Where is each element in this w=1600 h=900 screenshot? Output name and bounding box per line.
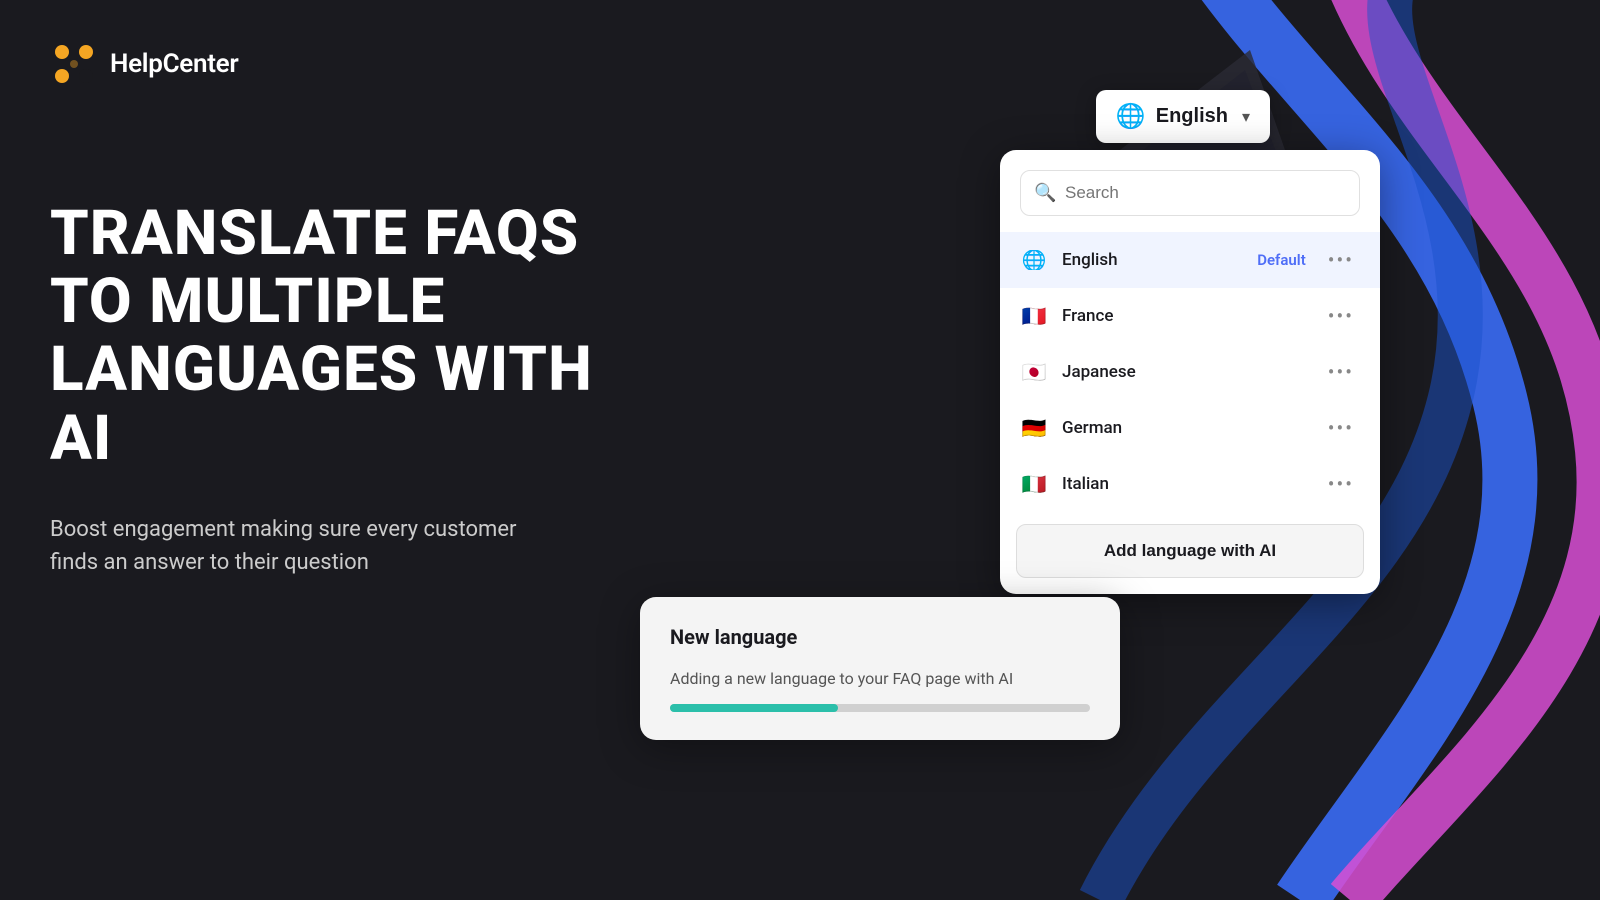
language-name: France	[1062, 306, 1322, 326]
flag-icon: 🇯🇵	[1020, 362, 1048, 382]
chevron-down-icon: ▾	[1242, 107, 1250, 127]
default-badge: Default	[1257, 251, 1306, 269]
progress-bar-background	[670, 704, 1090, 712]
language-dropdown-panel: 🔍 🌐 English Default ••• 🇫🇷 France ••• 🇯🇵…	[1000, 150, 1380, 594]
language-button-label: English	[1156, 105, 1228, 128]
logo-text: HelpCenter	[110, 49, 238, 79]
flag-icon: 🇫🇷	[1020, 306, 1048, 326]
globe-icon: 🌐	[1116, 102, 1146, 131]
language-name: Italian	[1062, 474, 1322, 494]
list-item[interactable]: 🇫🇷 France •••	[1000, 288, 1380, 344]
more-options-button[interactable]: •••	[1322, 246, 1360, 274]
language-selector-button[interactable]: 🌐 English ▾	[1096, 90, 1270, 143]
logo-icon	[50, 40, 98, 88]
hero-title: Translate FAQs to multiple languages wit…	[50, 200, 670, 473]
more-options-button[interactable]: •••	[1322, 302, 1360, 330]
logo-area: HelpCenter	[50, 40, 238, 88]
add-language-button[interactable]: Add language with AI	[1016, 524, 1364, 578]
language-list: 🌐 English Default ••• 🇫🇷 France ••• 🇯🇵 J…	[1000, 232, 1380, 512]
new-language-description: Adding a new language to your FAQ page w…	[670, 669, 1090, 688]
progress-bar-fill	[670, 704, 838, 712]
list-item[interactable]: 🇮🇹 Italian •••	[1000, 456, 1380, 512]
new-language-card: New language Adding a new language to yo…	[640, 597, 1120, 740]
language-name: Japanese	[1062, 362, 1322, 382]
hero-subtitle: Boost engagement making sure every custo…	[50, 513, 530, 579]
more-options-button[interactable]: •••	[1322, 358, 1360, 386]
language-name: German	[1062, 418, 1322, 438]
new-language-title: New language	[670, 625, 1090, 649]
search-icon: 🔍	[1034, 183, 1056, 204]
list-item[interactable]: 🌐 English Default •••	[1000, 232, 1380, 288]
flag-icon: 🇩🇪	[1020, 418, 1048, 438]
list-item[interactable]: 🇯🇵 Japanese •••	[1000, 344, 1380, 400]
flag-icon: 🇮🇹	[1020, 474, 1048, 494]
search-box: 🔍	[1020, 170, 1360, 216]
flag-icon: 🌐	[1020, 250, 1048, 270]
search-input[interactable]	[1020, 170, 1360, 216]
language-name: English	[1062, 250, 1257, 270]
hero-content: Translate FAQs to multiple languages wit…	[50, 200, 670, 579]
list-item[interactable]: 🇩🇪 German •••	[1000, 400, 1380, 456]
more-options-button[interactable]: •••	[1322, 470, 1360, 498]
more-options-button[interactable]: •••	[1322, 414, 1360, 442]
